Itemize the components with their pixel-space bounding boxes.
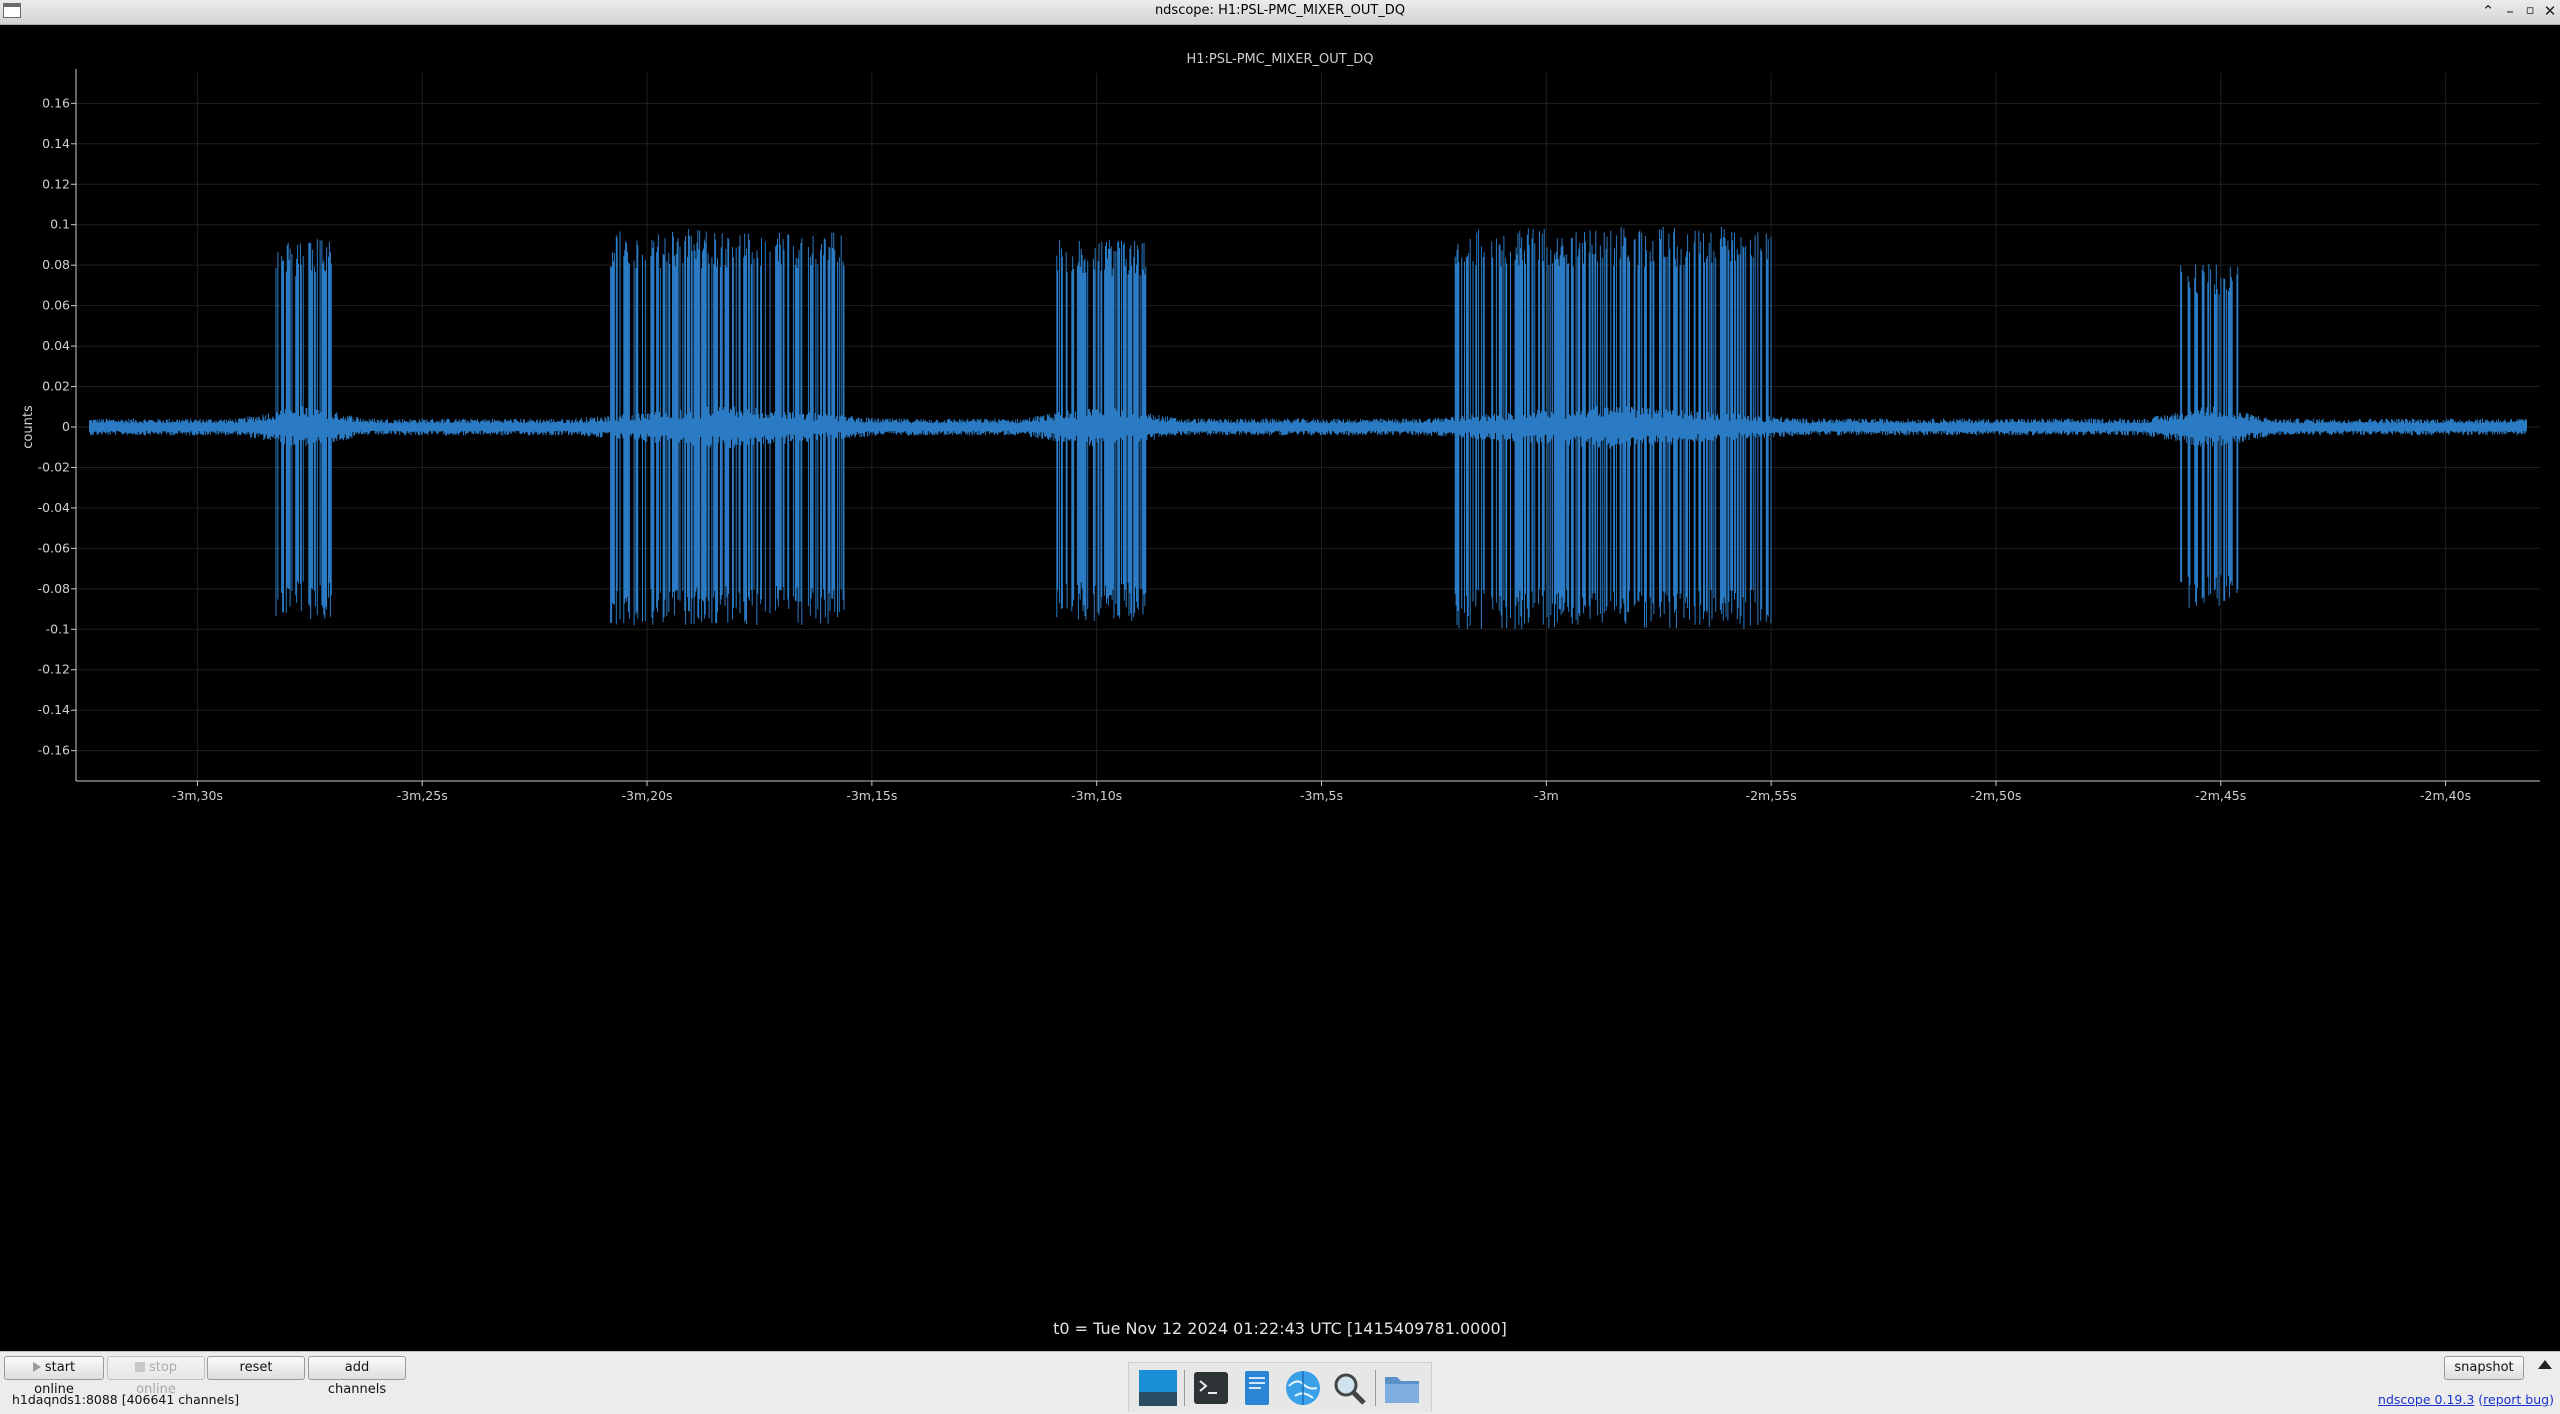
x-tick-label: -2m,45s <box>2195 788 2246 803</box>
terminal-icon[interactable] <box>1191 1368 1231 1408</box>
x-tick-label: -3m <box>1534 788 1559 803</box>
close-window-icon[interactable]: ✕ <box>2540 1 2560 21</box>
reset-button[interactable]: reset <box>207 1356 305 1380</box>
y-tick-label: 0.06 <box>42 298 70 313</box>
maximize-window-icon[interactable]: ▫ <box>2520 1 2540 21</box>
bottom-toolbar: start online stop online reset add chann… <box>0 1351 2560 1414</box>
y-axis-label: counts <box>21 405 36 449</box>
y-tick-label: -0.16 <box>38 743 70 758</box>
window-title: ndscope: H1:PSL-PMC_MIXER_OUT_DQ <box>1154 3 1406 18</box>
window-title-bar: ndscope: H1:PSL-PMC_MIXER_OUT_DQ ⌃ – ▫ ✕ <box>0 0 2560 25</box>
signal-trace <box>89 226 2527 630</box>
stop-icon <box>134 1362 145 1372</box>
y-tick-label: 0.16 <box>42 95 70 110</box>
x-tick-label: -2m,55s <box>1746 788 1797 803</box>
taskbar <box>1128 1362 1432 1412</box>
y-tick-label: 0.1 <box>50 217 70 232</box>
x-tick-label: -2m,50s <box>1970 788 2021 803</box>
x-tick-label: -3m,30s <box>172 788 223 803</box>
desktop-icon[interactable] <box>1138 1368 1178 1408</box>
start-online-button[interactable]: start online <box>4 1356 104 1397</box>
y-tick-label: -0.04 <box>38 500 70 515</box>
y-tick-label: -0.12 <box>38 662 70 677</box>
y-tick-label: -0.06 <box>38 540 70 555</box>
y-tick-label: -0.14 <box>38 702 70 717</box>
report-bug-link[interactable]: report bug <box>2483 1392 2549 1407</box>
x-tick-label: -3m,15s <box>846 788 897 803</box>
plot-area[interactable]: H1:PSL-PMC_MIXER_OUT_DQ 0.16 0.14 0.12 0.1 0… <box>0 25 2560 1351</box>
server-status: h1daqnds1:8088 [406641 channels] <box>12 1392 240 1407</box>
x-tick-label: -3m,25s <box>397 788 448 803</box>
taskbar-separator <box>1184 1369 1185 1406</box>
y-tick-label: 0.14 <box>42 136 70 151</box>
version-link[interactable]: ndscope 0.19.3 <box>2378 1392 2474 1407</box>
y-tick-label: 0.08 <box>42 257 70 272</box>
x-tick-label: -2m,40s <box>2420 788 2471 803</box>
file-manager-icon[interactable] <box>1382 1368 1422 1408</box>
minimize-window-icon[interactable]: – <box>2500 1 2520 21</box>
play-icon <box>32 1362 41 1372</box>
expand-panel-icon[interactable] <box>2538 1360 2552 1369</box>
stop-online-button[interactable]: stop online <box>107 1356 205 1397</box>
y-tick-label: 0.12 <box>42 176 70 191</box>
y-tick-label: -0.1 <box>46 621 70 636</box>
shade-window-icon[interactable]: ⌃ <box>2478 1 2498 21</box>
y-tick-label: 0.04 <box>42 338 70 353</box>
y-tick-label: -0.08 <box>38 581 70 596</box>
x-tick-label: -3m,10s <box>1071 788 1122 803</box>
search-icon[interactable] <box>1329 1368 1369 1408</box>
t0-label: t0 = Tue Nov 12 2024 01:22:43 UTC [14154… <box>1053 1319 1507 1338</box>
y-tick-label: 0.02 <box>42 379 70 394</box>
snapshot-button[interactable]: snapshot <box>2444 1356 2524 1380</box>
y-tick-label: -0.02 <box>38 459 70 474</box>
add-channels-button[interactable]: add channels <box>308 1356 406 1397</box>
y-tick-label: 0 <box>62 419 70 434</box>
version-info: ndscope 0.19.3 (report bug) <box>2378 1392 2554 1407</box>
web-browser-icon[interactable] <box>1283 1368 1323 1408</box>
text-editor-icon[interactable] <box>1237 1368 1277 1408</box>
x-tick-label: -3m,5s <box>1300 788 1343 803</box>
plot-canvas[interactable]: 0.16 0.14 0.12 0.1 0.08 0.06 0.04 0.02 0 -0.02 -0.… <box>0 25 2560 1351</box>
x-tick-label: -3m,20s <box>622 788 673 803</box>
taskbar-separator <box>1375 1369 1376 1406</box>
